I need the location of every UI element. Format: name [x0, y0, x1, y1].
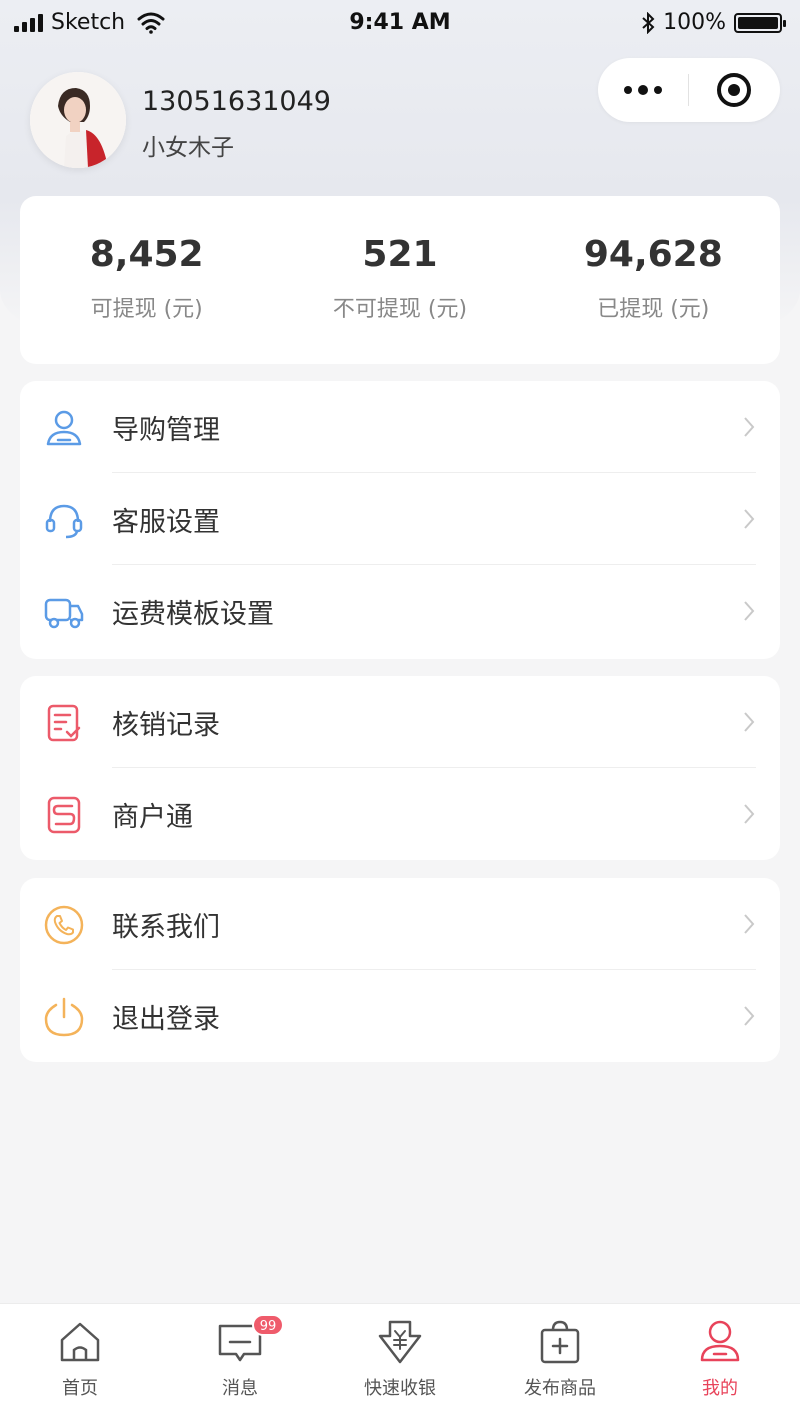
- menu-label: 联系我们: [112, 911, 220, 943]
- tab-label: 快速收银: [364, 1378, 436, 1399]
- stat-label: 已提现 (元): [597, 297, 710, 322]
- cashier-icon: [378, 1320, 422, 1364]
- stat-label: 可提现 (元): [90, 297, 203, 322]
- chevron-right-icon: [744, 601, 755, 621]
- stat-value: 94,628: [583, 234, 723, 275]
- phone-icon: [44, 905, 84, 945]
- user-icon: [46, 410, 82, 446]
- menu-item-verification-records[interactable]: 核销记录: [20, 676, 780, 768]
- menu-label: 退出登录: [112, 1003, 220, 1035]
- publish-icon: [540, 1320, 580, 1364]
- status-right: 100%: [641, 10, 786, 35]
- profile-icon: [700, 1320, 740, 1362]
- miniprogram-capsule: [598, 58, 780, 122]
- menu-item-shipping-template[interactable]: 运费模板设置: [20, 565, 780, 657]
- menu-item-service-settings[interactable]: 客服设置: [20, 473, 780, 565]
- status-bar: Sketch 9:41 AM 100%: [0, 0, 800, 46]
- tab-home[interactable]: 首页: [0, 1304, 160, 1407]
- menu-label: 客服设置: [112, 506, 220, 538]
- balance-card: 8,452 可提现 (元) 521 不可提现 (元) 94,628 已提现 (元…: [20, 196, 780, 364]
- menu-label: 商户通: [112, 801, 193, 833]
- more-dot-icon: [638, 85, 648, 95]
- menu-label: 核销记录: [112, 709, 220, 741]
- menu-group-records: 核销记录 商户通: [20, 676, 780, 860]
- tab-label: 消息: [222, 1378, 258, 1399]
- avatar-image: [30, 72, 126, 168]
- tab-publish-product[interactable]: 发布商品: [480, 1304, 640, 1407]
- tab-label: 发布商品: [524, 1378, 596, 1399]
- stat-withdrawn[interactable]: 94,628 已提现 (元): [527, 196, 780, 364]
- truck-icon: [44, 598, 84, 629]
- menu-item-contact-us[interactable]: 联系我们: [20, 878, 780, 970]
- stat-non-withdrawable[interactable]: 521 不可提现 (元): [273, 196, 526, 364]
- menu-item-guide-management[interactable]: 导购管理: [20, 381, 780, 473]
- chevron-right-icon: [744, 804, 755, 824]
- power-icon: [44, 997, 84, 1037]
- tab-bar: 首页 99 消息 快速收银 发布商品 我的: [0, 1303, 800, 1407]
- menu-label: 导购管理: [112, 414, 220, 446]
- merchant-icon: [47, 796, 81, 834]
- receipt-icon: [47, 704, 81, 742]
- unread-badge: 99: [252, 1314, 284, 1336]
- target-close-icon: [717, 73, 751, 107]
- chevron-right-icon: [744, 914, 755, 934]
- tab-profile[interactable]: 我的: [640, 1304, 800, 1407]
- stat-withdrawable[interactable]: 8,452 可提现 (元): [20, 196, 273, 364]
- tab-label: 我的: [702, 1378, 738, 1399]
- avatar[interactable]: [30, 72, 126, 168]
- menu-group-account: 联系我们 退出登录: [20, 878, 780, 1062]
- tab-messages[interactable]: 99 消息: [160, 1304, 320, 1407]
- user-nickname: 小女木子: [142, 135, 234, 161]
- menu-item-merchant-pass[interactable]: 商户通: [20, 768, 780, 860]
- menu-label: 运费模板设置: [112, 598, 274, 630]
- menu-item-logout[interactable]: 退出登录: [20, 970, 780, 1062]
- menu-group-management: 导购管理 客服设置 运费模板设置: [20, 381, 780, 659]
- battery-icon: [734, 12, 786, 33]
- bluetooth-icon: [642, 11, 655, 34]
- more-dot-icon: [624, 86, 632, 94]
- user-phone: 13051631049: [142, 86, 331, 117]
- stat-value: 521: [362, 234, 438, 275]
- tab-quick-cashier[interactable]: 快速收银: [320, 1304, 480, 1407]
- home-icon: [60, 1322, 100, 1362]
- more-dot-icon: [654, 86, 662, 94]
- battery-percent: 100%: [663, 10, 726, 35]
- stat-label: 不可提现 (元): [332, 297, 468, 322]
- more-button[interactable]: [598, 58, 688, 122]
- close-button[interactable]: [689, 58, 779, 122]
- chevron-right-icon: [744, 712, 755, 732]
- stat-value: 8,452: [89, 234, 204, 275]
- headset-icon: [45, 504, 83, 539]
- chevron-right-icon: [744, 509, 755, 529]
- tab-label: 首页: [62, 1378, 98, 1399]
- chevron-right-icon: [744, 417, 755, 437]
- chevron-right-icon: [744, 1006, 755, 1026]
